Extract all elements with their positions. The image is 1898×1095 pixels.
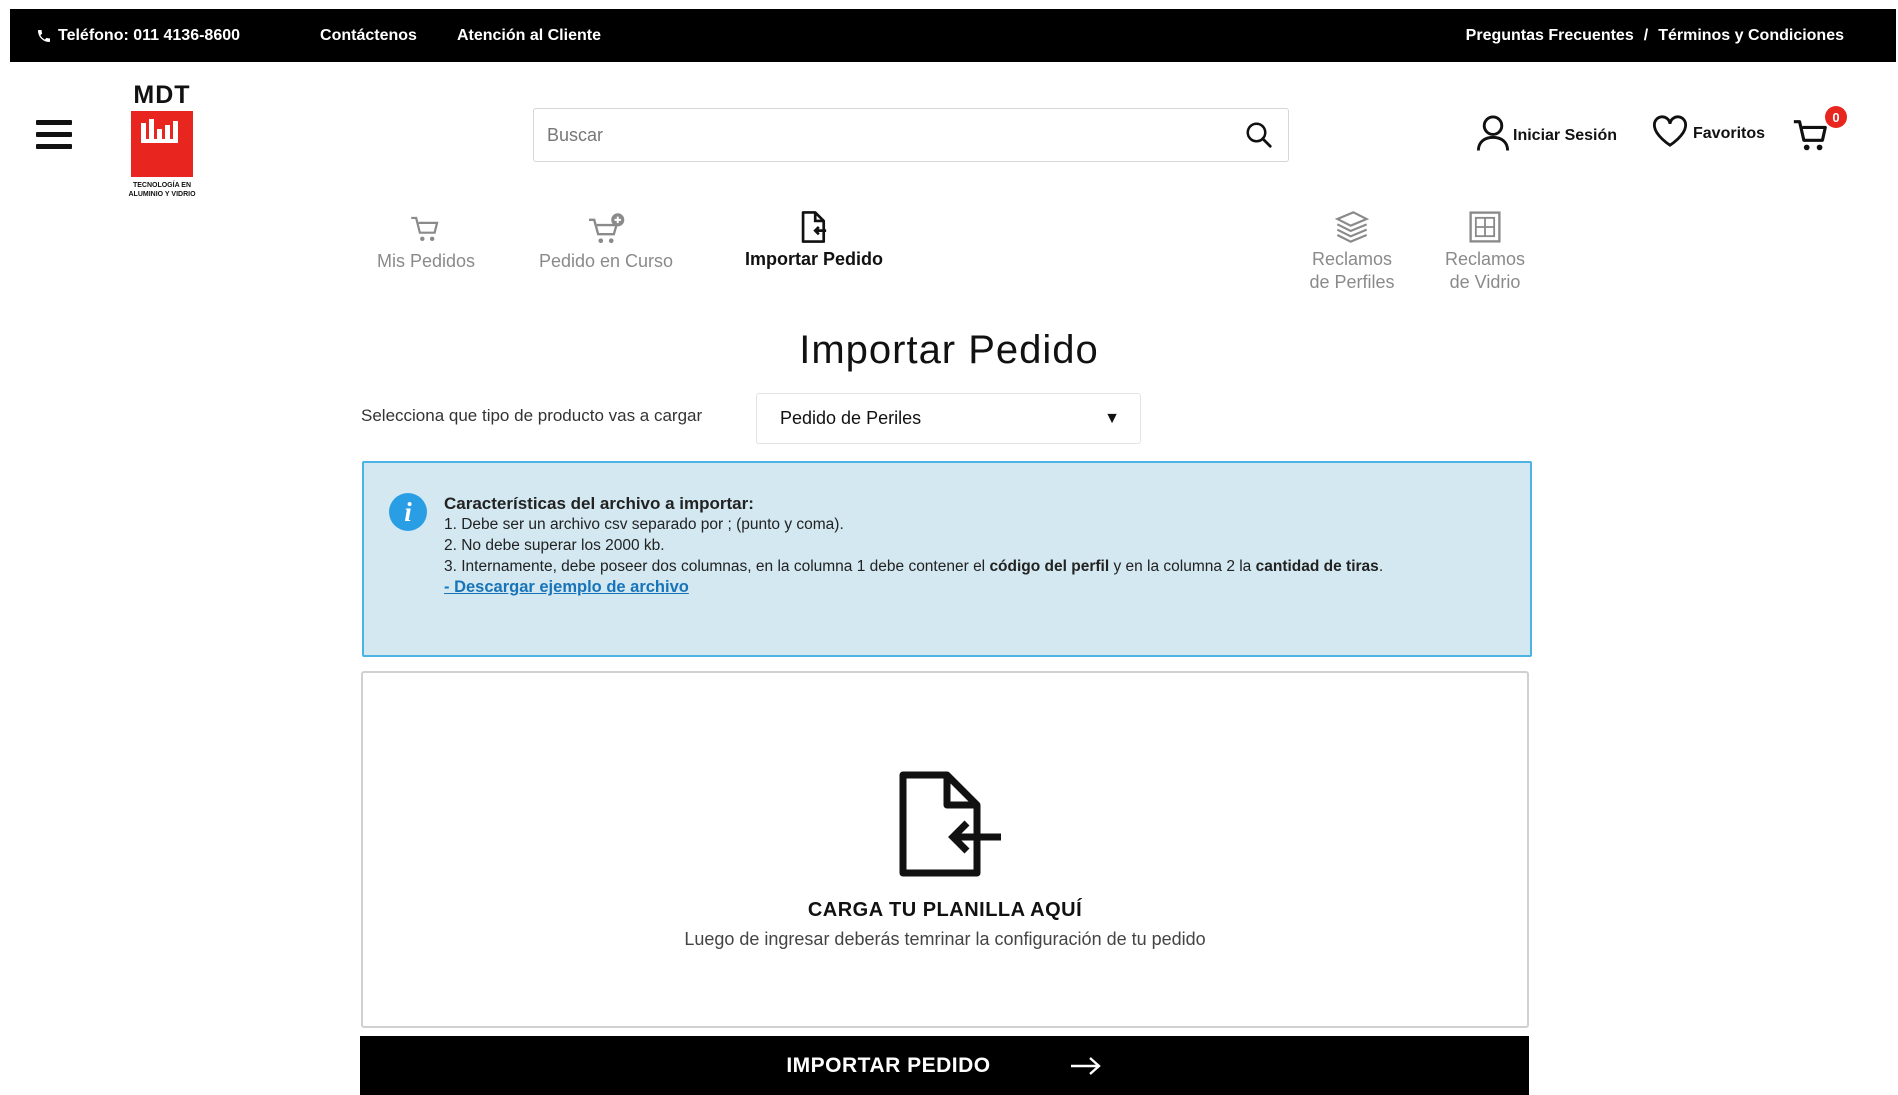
logo-mark-icon: [131, 111, 193, 177]
nav-current-order-label: Pedido en Curso: [538, 251, 674, 271]
info-title: Características del archivo a importar:: [444, 494, 754, 513]
phone-link[interactable]: Teléfono: 011 4136-8600: [36, 27, 280, 45]
dropdown-arrow-icon: ▼: [1104, 409, 1120, 427]
nav-profile-claims-label-1: Reclamos: [1311, 249, 1393, 269]
info-box: i Características del archivo a importar…: [362, 461, 1532, 657]
top-bar-right: Preguntas Frecuentes / Términos y Condic…: [1466, 27, 1896, 45]
nav-current-order[interactable]: Pedido en Curso: [530, 208, 682, 273]
nav-glass-claims-label-2: de Vidrio: [1449, 272, 1521, 292]
customer-service-link[interactable]: Atención al Cliente: [457, 27, 601, 45]
product-type-value: Pedido de Periles: [780, 408, 922, 428]
import-order-label: IMPORTAR PEDIDO: [786, 1053, 991, 1077]
info-body: Características del archivo a importar: …: [444, 493, 1504, 598]
nav-import-order[interactable]: Importar Pedido: [736, 206, 892, 271]
info-line-1: 1. Debe ser un archivo csv separado por …: [444, 516, 844, 533]
logo-name: MDT: [133, 81, 191, 109]
product-type-select[interactable]: Pedido de Periles ▼: [756, 393, 1141, 444]
faq-link[interactable]: Preguntas Frecuentes: [1466, 27, 1634, 45]
info-icon: i: [389, 493, 427, 531]
contact-link[interactable]: Contáctenos: [320, 27, 417, 45]
phone-icon: [36, 28, 52, 44]
file-import-icon: [895, 769, 1005, 886]
heart-icon: [1651, 114, 1689, 153]
cart-add-icon: [530, 208, 682, 250]
nav-profile-claims[interactable]: Reclamos de Perfiles: [1300, 206, 1404, 294]
nav-profile-claims-label-2: de Perfiles: [1309, 272, 1395, 292]
login-button[interactable]: Iniciar Sesión: [1475, 114, 1617, 157]
file-import-icon: [736, 206, 892, 248]
link-separator: /: [1643, 26, 1649, 44]
terms-link[interactable]: Términos y Condiciones: [1658, 27, 1844, 45]
dropzone-title: CARGA TU PLANILLA AQUÍ: [807, 899, 1083, 921]
user-icon: [1475, 114, 1511, 157]
file-dropzone[interactable]: CARGA TU PLANILLA AQUÍ Luego de ingresar…: [361, 671, 1529, 1028]
top-bar: Teléfono: 011 4136-8600 Contáctenos Aten…: [10, 9, 1896, 62]
page-title: Importar Pedido: [799, 328, 1099, 372]
favorites-label: Favoritos: [1693, 124, 1766, 142]
logo[interactable]: MDT TECNOLOGÍA EN ALUMINIO Y VIDRIO: [110, 82, 214, 199]
favorites-button[interactable]: Favoritos: [1651, 114, 1765, 153]
search-input[interactable]: [534, 109, 1236, 161]
phone-text: Teléfono: 011 4136-8600: [58, 26, 241, 44]
login-label: Iniciar Sesión: [1513, 126, 1618, 144]
arrow-right-icon: [1069, 1055, 1103, 1077]
cart-count-badge: 0: [1825, 106, 1847, 128]
nav-my-orders-label: Mis Pedidos: [376, 251, 476, 271]
info-line-2: 2. No debe superar los 2000 kb.: [444, 537, 665, 554]
info-line-3: 3. Internamente, debe poseer dos columna…: [444, 558, 1384, 575]
download-example-link[interactable]: - Descargar ejemplo de archivo: [444, 577, 1504, 598]
search-bar: [533, 108, 1289, 162]
nav-glass-claims[interactable]: Reclamos de Vidrio: [1435, 206, 1535, 294]
logo-tagline: TECNOLOGÍA EN ALUMINIO Y VIDRIO: [128, 182, 196, 198]
nav-my-orders[interactable]: Mis Pedidos: [366, 208, 486, 273]
import-order-button[interactable]: IMPORTAR PEDIDO: [360, 1036, 1529, 1095]
nav-import-order-label: Importar Pedido: [744, 249, 883, 269]
search-icon[interactable]: [1236, 112, 1282, 158]
cart-icon: [366, 208, 486, 250]
top-bar-left: Teléfono: 011 4136-8600 Contáctenos Aten…: [10, 27, 641, 45]
window-icon: [1435, 206, 1535, 248]
profiles-stack-icon: [1300, 206, 1404, 248]
cart-button[interactable]: 0: [1791, 106, 1847, 152]
product-type-label: Selecciona que tipo de producto vas a ca…: [361, 406, 703, 425]
nav-glass-claims-label-1: Reclamos: [1444, 249, 1526, 269]
menu-icon[interactable]: [36, 120, 72, 150]
dropzone-subtitle: Luego de ingresar deberás temrinar la co…: [684, 929, 1206, 949]
